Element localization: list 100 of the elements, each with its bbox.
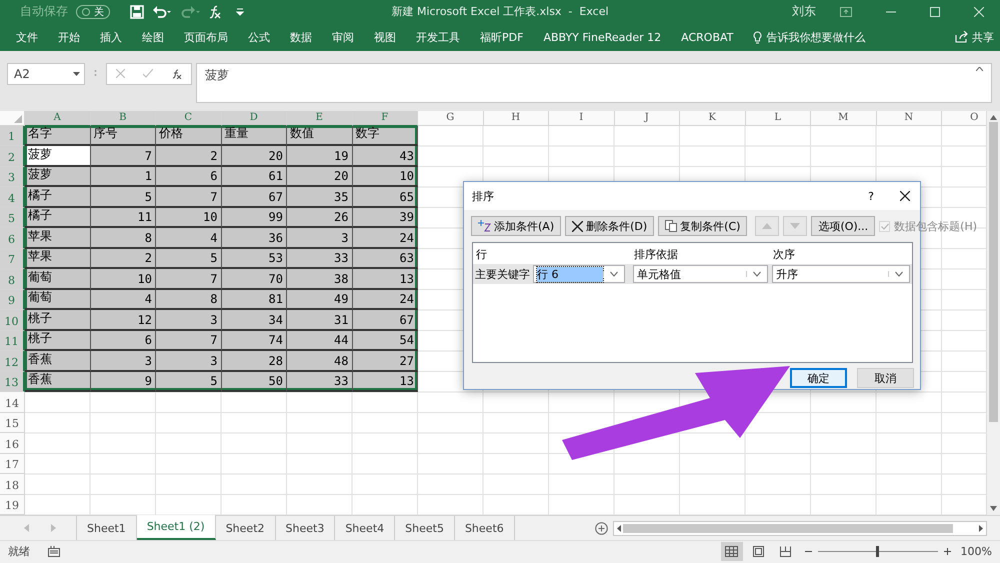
column-header[interactable]: M xyxy=(811,110,876,126)
zoom-in-icon[interactable] xyxy=(944,548,951,556)
table-cell: 3 xyxy=(156,310,222,331)
toolbar-button[interactable]: 删除条件(D) xyxy=(565,216,654,236)
row-header[interactable]: 17 xyxy=(0,454,25,474)
ribbon-tab[interactable]: 福昕PDF xyxy=(480,30,524,45)
ribbon-tab[interactable]: 开发工具 xyxy=(416,30,460,45)
save-icon[interactable] xyxy=(130,4,144,19)
row-header[interactable]: 5 xyxy=(0,208,25,228)
table-cell: 6 xyxy=(156,166,222,188)
toolbar-button[interactable]: 添加条件(A) xyxy=(471,216,562,236)
order-dropdown[interactable]: 升序 xyxy=(772,265,910,283)
row-header[interactable]: 14 xyxy=(0,392,25,413)
customize-icon[interactable] xyxy=(236,8,244,16)
ribbon-tab[interactable]: 数据 xyxy=(290,30,312,45)
ribbon-tab[interactable]: ABBYY FineReader 12 xyxy=(543,30,662,44)
table-cell: 桃子 xyxy=(25,330,90,352)
row-header[interactable]: 6 xyxy=(0,228,25,249)
scroll-left-icon[interactable] xyxy=(617,524,621,532)
ribbon-tab[interactable]: 插入 xyxy=(100,30,122,45)
dialog-button[interactable]: 取消 xyxy=(857,368,914,388)
column-header[interactable]: J xyxy=(614,110,680,126)
delete-icon xyxy=(572,220,584,232)
zoom-level[interactable]: 100% xyxy=(960,545,992,558)
row-header[interactable]: 18 xyxy=(0,474,25,495)
maximize-icon[interactable] xyxy=(930,6,940,17)
table-cell: 20 xyxy=(287,166,352,188)
table-cell: 26 xyxy=(287,208,352,228)
ribbon-tab[interactable]: 视图 xyxy=(374,30,396,45)
column-header[interactable]: G xyxy=(418,110,484,126)
undo-icon[interactable] xyxy=(152,4,172,19)
ribbon-tab[interactable]: 开始 xyxy=(58,30,80,45)
column-header[interactable]: L xyxy=(746,110,811,126)
table-cell: 1 xyxy=(90,166,156,188)
row-header[interactable]: 16 xyxy=(0,433,25,454)
column-header[interactable]: E xyxy=(287,110,352,126)
name-box[interactable]: A2 xyxy=(7,62,85,85)
ribbon-tab[interactable]: ACROBAT xyxy=(681,30,734,44)
zoom-slider-thumb[interactable] xyxy=(876,546,880,558)
sheet-tab[interactable]: Sheet2 xyxy=(216,516,276,540)
formula-field[interactable]: 菠萝 xyxy=(196,62,992,103)
row-header[interactable]: 2 xyxy=(0,146,25,167)
sheet-tab[interactable]: Sheet3 xyxy=(276,516,336,540)
level-label: 主要关键字 xyxy=(475,266,531,282)
column-header[interactable]: B xyxy=(90,110,156,126)
toolbar-button[interactable]: 选项(O)... xyxy=(811,216,876,236)
table-cell: 苹果 xyxy=(25,228,90,249)
ribbon-tab[interactable]: 页面布局 xyxy=(184,30,228,45)
column-header[interactable]: O xyxy=(942,110,986,126)
table-cell: 葡萄 xyxy=(25,290,90,310)
insert-function-icon[interactable] xyxy=(171,68,182,79)
table-cell: 7 xyxy=(156,187,222,208)
row-header[interactable]: 4 xyxy=(0,187,25,208)
column-header[interactable]: K xyxy=(680,110,746,126)
row-header[interactable]: 13 xyxy=(0,372,25,392)
row-header[interactable]: 3 xyxy=(0,166,25,188)
sheet-tab[interactable]: Sheet1 (2) xyxy=(136,515,216,540)
row-header[interactable]: 7 xyxy=(0,248,25,270)
table-cell: 5 xyxy=(156,372,222,392)
add-sheet-icon[interactable] xyxy=(594,522,608,535)
column-header[interactable]: N xyxy=(876,110,942,126)
column-dropdown[interactable]: 行 6 xyxy=(533,265,625,283)
share-button[interactable]: 共享 xyxy=(972,30,994,45)
row-header[interactable]: 12 xyxy=(0,351,25,372)
column-header[interactable]: H xyxy=(484,110,549,126)
table-cell: 61 xyxy=(222,166,287,188)
row-header[interactable]: 8 xyxy=(0,269,25,290)
scrollbar-thumb[interactable] xyxy=(623,524,953,533)
row-header[interactable]: 11 xyxy=(0,330,25,352)
tell-me-field[interactable]: 告诉我你想要做什么 xyxy=(766,30,866,45)
sort-on-dropdown[interactable]: 单元格值 xyxy=(633,265,768,283)
help-button[interactable]: ? xyxy=(868,190,874,202)
column-header[interactable]: A xyxy=(25,110,90,126)
column-header[interactable]: D xyxy=(222,110,287,126)
ribbon-tab[interactable]: 审阅 xyxy=(332,30,354,45)
ribbon-display-icon[interactable] xyxy=(840,6,852,17)
autosave-toggle[interactable]: 关 xyxy=(76,4,110,19)
row-header[interactable]: 1 xyxy=(0,126,25,146)
row-header[interactable]: 19 xyxy=(0,494,25,516)
column-header[interactable]: F xyxy=(352,110,418,126)
row-header[interactable]: 15 xyxy=(0,412,25,434)
column-header[interactable]: C xyxy=(156,110,222,126)
function-icon[interactable] xyxy=(208,4,222,19)
view-button[interactable] xyxy=(720,542,743,562)
table-cell: 99 xyxy=(222,208,287,228)
scroll-right-icon[interactable] xyxy=(979,524,983,532)
row-header[interactable]: 10 xyxy=(0,310,25,331)
table-cell: 12 xyxy=(90,310,156,331)
table-cell: 27 xyxy=(352,351,418,372)
ribbon-tab[interactable]: 公式 xyxy=(248,30,270,45)
row-header[interactable]: 9 xyxy=(0,290,25,310)
macro-record-icon[interactable] xyxy=(48,546,60,558)
close-icon[interactable] xyxy=(900,191,910,201)
ribbon-tab[interactable]: 文件 xyxy=(16,30,38,45)
column-header[interactable]: I xyxy=(549,110,614,126)
dialog-button[interactable]: 确定 xyxy=(790,368,847,388)
scroll-down-icon[interactable] xyxy=(990,506,997,512)
toolbar-button[interactable]: 复制条件(C) xyxy=(658,216,748,236)
scrollbar-thumb[interactable] xyxy=(989,122,998,422)
ribbon-tab[interactable]: 绘图 xyxy=(142,30,164,45)
